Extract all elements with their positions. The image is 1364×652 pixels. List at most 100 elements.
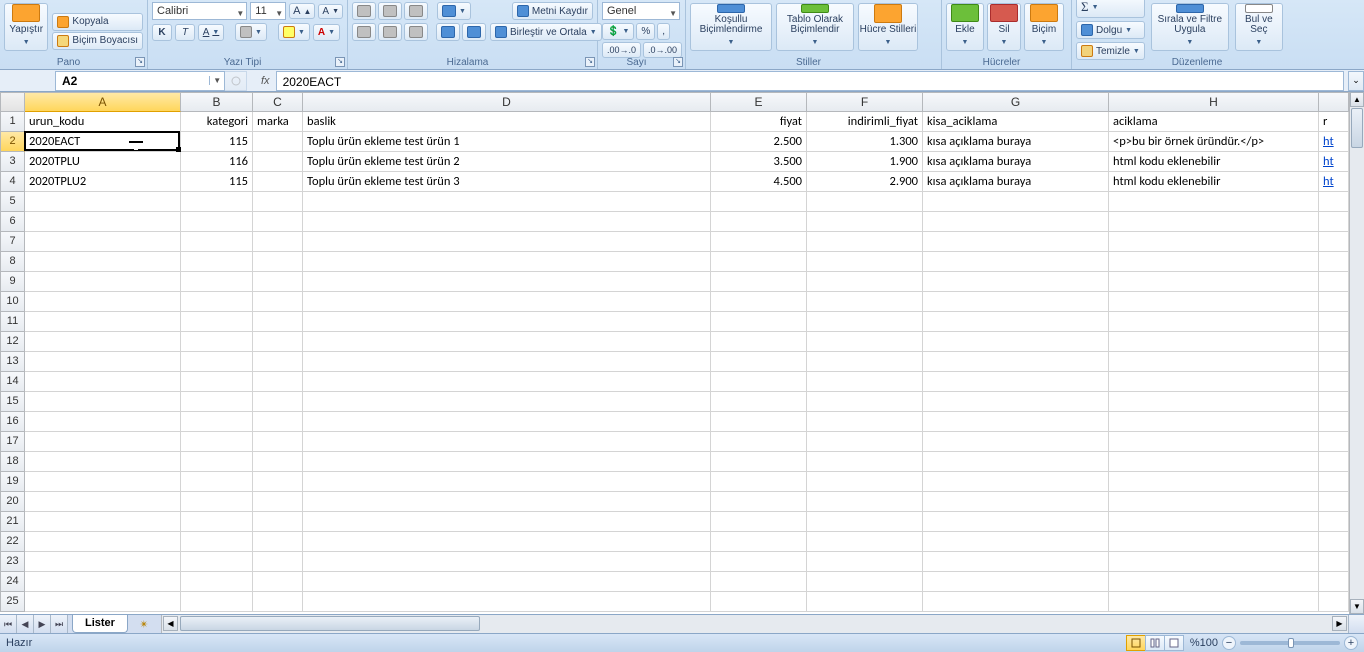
name-box-input[interactable] — [56, 74, 209, 88]
cell[interactable] — [25, 272, 181, 292]
cell[interactable] — [923, 352, 1109, 372]
percent-button[interactable]: % — [636, 23, 655, 40]
cell[interactable]: baslik — [303, 112, 711, 132]
cell[interactable] — [181, 372, 253, 392]
cell[interactable]: html kodu eklenebilir — [1109, 152, 1319, 172]
cells-area[interactable]: urun_kodukategorimarkabaslikfiyatindirim… — [25, 112, 1349, 614]
cell[interactable] — [807, 352, 923, 372]
cell[interactable] — [253, 272, 303, 292]
cell[interactable] — [1109, 392, 1319, 412]
cell[interactable] — [1319, 372, 1349, 392]
row-header[interactable]: 15 — [0, 392, 25, 412]
cell[interactable] — [181, 332, 253, 352]
cell[interactable] — [25, 572, 181, 592]
column-header[interactable]: C — [253, 92, 303, 112]
conditional-formatting-button[interactable]: Koşullu Biçimlendirme▼ — [690, 3, 772, 51]
cell[interactable] — [25, 432, 181, 452]
cell[interactable] — [711, 432, 807, 452]
cell[interactable] — [1319, 432, 1349, 452]
cell[interactable] — [807, 252, 923, 272]
name-box[interactable]: ▼ — [55, 71, 225, 91]
align-bottom-button[interactable] — [404, 2, 428, 20]
cell[interactable] — [711, 192, 807, 212]
cell[interactable]: kısa açıklama buraya — [923, 132, 1109, 152]
cell[interactable] — [807, 492, 923, 512]
cell[interactable] — [253, 212, 303, 232]
cell[interactable] — [25, 332, 181, 352]
cell[interactable] — [711, 352, 807, 372]
format-cells-button[interactable]: Biçim▼ — [1024, 3, 1064, 51]
cell[interactable]: 1.900 — [807, 152, 923, 172]
cell[interactable] — [181, 592, 253, 612]
find-select-button[interactable]: Bul ve Seç▼ — [1235, 3, 1283, 51]
row-header[interactable]: 14 — [0, 372, 25, 392]
cell[interactable] — [711, 472, 807, 492]
new-sheet-button[interactable]: ✴ — [133, 616, 155, 633]
cell[interactable]: 115 — [181, 132, 253, 152]
cell[interactable] — [807, 532, 923, 552]
cell[interactable] — [303, 452, 711, 472]
dialog-launcher-font[interactable]: ↘ — [335, 57, 345, 67]
view-page-break-button[interactable] — [1164, 635, 1184, 651]
cell[interactable] — [1109, 192, 1319, 212]
cell[interactable] — [711, 532, 807, 552]
wrap-text-button[interactable]: Metni Kaydır — [512, 2, 593, 20]
cell[interactable] — [1109, 452, 1319, 472]
fill-button[interactable]: Dolgu▼ — [1076, 21, 1145, 39]
cell[interactable] — [181, 532, 253, 552]
cell[interactable] — [807, 572, 923, 592]
cell[interactable] — [253, 492, 303, 512]
scroll-down-button[interactable]: ▼ — [1350, 599, 1364, 614]
cell[interactable] — [303, 192, 711, 212]
cell[interactable] — [181, 212, 253, 232]
cell[interactable] — [181, 292, 253, 312]
cell[interactable] — [807, 312, 923, 332]
cell[interactable] — [303, 512, 711, 532]
cell[interactable] — [303, 292, 711, 312]
horizontal-scrollbar[interactable]: ◀ ▶ — [161, 615, 1348, 633]
cell[interactable] — [303, 532, 711, 552]
cell[interactable]: 2.500 — [711, 132, 807, 152]
cell[interactable]: kisa_aciklama — [923, 112, 1109, 132]
cell[interactable] — [807, 592, 923, 612]
dialog-launcher-alignment[interactable]: ↘ — [585, 57, 595, 67]
cell[interactable]: ht — [1319, 132, 1349, 152]
cell[interactable] — [923, 292, 1109, 312]
view-page-layout-button[interactable] — [1145, 635, 1165, 651]
cell[interactable] — [303, 412, 711, 432]
copy-button[interactable]: Kopyala — [52, 13, 143, 31]
cell[interactable]: 4.500 — [711, 172, 807, 192]
row-header[interactable]: 23 — [0, 552, 25, 572]
tab-nav-first[interactable]: ⏮ — [0, 615, 17, 633]
cell[interactable] — [807, 232, 923, 252]
cell[interactable] — [1319, 312, 1349, 332]
cell[interactable] — [807, 272, 923, 292]
merge-center-button[interactable]: Birleştir ve Ortala▼ — [490, 23, 602, 41]
cell[interactable]: 2020EACT — [25, 132, 181, 152]
cell[interactable] — [807, 432, 923, 452]
row-header[interactable]: 6 — [0, 212, 25, 232]
delete-cells-button[interactable]: Sil▼ — [987, 3, 1021, 51]
cell[interactable] — [303, 312, 711, 332]
align-top-button[interactable] — [352, 2, 376, 20]
cell[interactable] — [1109, 572, 1319, 592]
cell[interactable] — [807, 392, 923, 412]
cell[interactable] — [711, 492, 807, 512]
cell[interactable] — [1109, 272, 1319, 292]
column-header[interactable]: H — [1109, 92, 1319, 112]
align-right-button[interactable] — [404, 23, 428, 41]
borders-button[interactable]: ▼ — [235, 23, 267, 41]
cell[interactable]: Toplu ürün ekleme test ürün 1 — [303, 132, 711, 152]
cell[interactable] — [1109, 252, 1319, 272]
cell[interactable] — [253, 192, 303, 212]
cell[interactable] — [711, 212, 807, 232]
cell[interactable] — [181, 432, 253, 452]
cell[interactable] — [1319, 252, 1349, 272]
cell[interactable]: <p>bu bir örnek üründür.</p> — [1109, 132, 1319, 152]
row-header[interactable]: 16 — [0, 412, 25, 432]
cell[interactable] — [807, 372, 923, 392]
cell[interactable] — [25, 352, 181, 372]
cell[interactable] — [181, 572, 253, 592]
cell[interactable] — [1319, 492, 1349, 512]
cell[interactable] — [25, 472, 181, 492]
